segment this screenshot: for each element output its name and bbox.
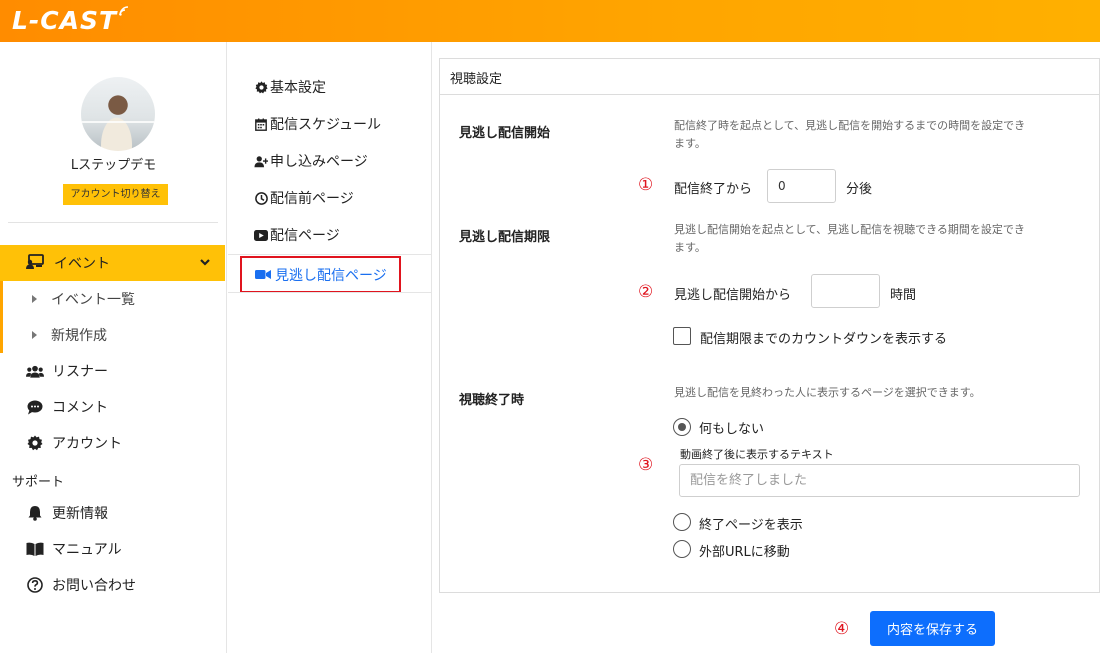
sidebar-item-manual[interactable]: マニュアル	[0, 531, 225, 567]
switch-account-button[interactable]: アカウント切り替え	[63, 184, 168, 205]
radio-do-nothing-label: 何もしない	[699, 422, 765, 437]
menu-divider	[228, 254, 431, 255]
presentation-icon	[26, 253, 44, 273]
radio-show-end-page[interactable]	[673, 513, 691, 531]
deadline-prefix-label: 見逃し配信開始から	[674, 288, 792, 303]
menu-item-schedule[interactable]: 配信スケジュール	[254, 112, 381, 136]
logo-text: L-CAST	[12, 6, 118, 35]
viewing-settings-card: 視聴設定 見逃し配信開始 配信終了時を起点として、見逃し配信を開始するまでの時間…	[439, 58, 1100, 593]
book-open-icon	[26, 542, 44, 556]
username: Lステップデモ	[70, 158, 157, 173]
end-text-label: 動画終了後に表示するテキスト	[680, 448, 834, 461]
menu-item-label: 申し込みページ	[270, 154, 368, 170]
logo[interactable]: L-CAST	[12, 6, 129, 36]
sidebar-item-label: マニュアル	[52, 542, 122, 558]
menu-item-stream-page[interactable]: 配信ページ	[254, 223, 340, 247]
catchup-deadline-hours-input[interactable]	[811, 274, 880, 308]
annotation-marker-3: ③	[638, 455, 654, 475]
sidebar-item-listener[interactable]: リスナー	[0, 353, 225, 389]
sidebar-item-account[interactable]: アカウント	[0, 425, 225, 461]
sidebar-subitem-create-new[interactable]: 新規作成	[0, 317, 225, 353]
sidebar-subitem-label: イベント一覧	[51, 292, 135, 308]
clock-icon	[254, 191, 268, 205]
radio-external-url-label: 外部URLに移動	[699, 545, 790, 560]
broadcast-wave-icon	[119, 6, 129, 16]
sidebar-subitem-event-list[interactable]: イベント一覧	[0, 281, 225, 317]
start-suffix-label: 分後	[846, 182, 873, 197]
start-prefix-label: 配信終了から	[674, 182, 753, 197]
sidebar-subitem-label: 新規作成	[51, 328, 107, 344]
sidebar-item-label: お問い合わせ	[52, 578, 136, 594]
sidebar-item-updates[interactable]: 更新情報	[0, 495, 225, 531]
sidebar: Lステップデモ アカウント切り替え イベント イベント一覧 新規作成 リスナー …	[0, 42, 227, 653]
section-description: 見逃し配信を見終わった人に表示するページを選択できます。	[674, 386, 981, 399]
card-header: 視聴設定	[440, 59, 1100, 95]
menu-item-label: 基本設定	[270, 80, 326, 96]
menu-item-application-page[interactable]: 申し込みページ	[254, 149, 368, 173]
annotation-marker-4: ④	[834, 619, 850, 639]
users-icon	[26, 365, 44, 378]
sidebar-divider	[8, 222, 218, 223]
radio-do-nothing[interactable]	[673, 418, 691, 436]
gear-icon	[254, 80, 268, 94]
sidebar-item-label: コメント	[52, 400, 108, 416]
deadline-suffix-label: 時間	[890, 288, 917, 303]
end-text-input[interactable]	[679, 464, 1080, 497]
section-title-catchup-deadline: 見逃し配信期限	[459, 230, 551, 245]
gear-icon	[26, 435, 44, 451]
sidebar-item-event[interactable]: イベント	[0, 245, 225, 281]
question-circle-icon	[26, 577, 44, 593]
sidebar-item-comment[interactable]: コメント	[0, 389, 225, 425]
menu-divider	[228, 292, 431, 293]
card-title: 視聴設定	[450, 72, 503, 87]
video-camera-icon	[255, 269, 271, 280]
sidebar-item-contact[interactable]: お問い合わせ	[0, 567, 225, 603]
radio-external-url[interactable]	[673, 540, 691, 558]
radio-show-end-page-label: 終了ページを表示	[699, 518, 803, 533]
countdown-checkbox[interactable]	[673, 327, 691, 345]
calendar-icon	[254, 118, 268, 131]
play-video-icon	[254, 229, 268, 241]
sidebar-item-label: 更新情報	[52, 506, 108, 522]
section-description: 配信終了時を起点として、見逃し配信を開始するまでの時間を設定でき ます。	[674, 119, 1026, 150]
menu-item-label: 見逃し配信ページ	[275, 267, 387, 284]
caret-right-icon	[32, 331, 37, 339]
save-button[interactable]: 内容を保存する	[870, 611, 995, 646]
section-title-viewing-end: 視聴終了時	[459, 393, 525, 408]
bell-icon	[26, 505, 44, 521]
menu-item-label: 配信スケジュール	[270, 117, 382, 133]
section-title-catchup-start: 見逃し配信開始	[459, 126, 551, 141]
comment-icon	[26, 400, 44, 415]
settings-menu: 基本設定 配信スケジュール 申し込みページ 配信前ページ 配信ページ 見逃し配信…	[228, 42, 432, 653]
menu-item-pre-stream-page[interactable]: 配信前ページ	[254, 186, 354, 210]
annotation-marker-2: ②	[638, 282, 654, 302]
avatar[interactable]	[81, 77, 155, 151]
countdown-label: 配信期限までのカウントダウンを表示する	[700, 332, 948, 347]
support-section-label: サポート	[12, 475, 65, 490]
catchup-start-minutes-input[interactable]	[767, 169, 836, 203]
menu-item-label: 配信ページ	[270, 228, 340, 244]
menu-item-catchup-page[interactable]: 見逃し配信ページ	[240, 256, 401, 293]
section-description: 見逃し配信開始を起点として、見逃し配信を視聴できる期間を設定でき ます。	[674, 223, 1025, 254]
sidebar-item-label: リスナー	[52, 364, 108, 380]
menu-item-label: 配信前ページ	[270, 191, 354, 207]
user-plus-icon	[254, 155, 268, 168]
menu-item-basic-settings[interactable]: 基本設定	[254, 75, 326, 99]
chevron-down-icon	[200, 259, 210, 266]
caret-right-icon	[32, 295, 37, 303]
sidebar-item-label: イベント	[54, 256, 110, 272]
top-header: L-CAST	[0, 0, 1100, 42]
sidebar-item-label: アカウント	[52, 436, 122, 452]
annotation-marker-1: ①	[638, 175, 654, 195]
